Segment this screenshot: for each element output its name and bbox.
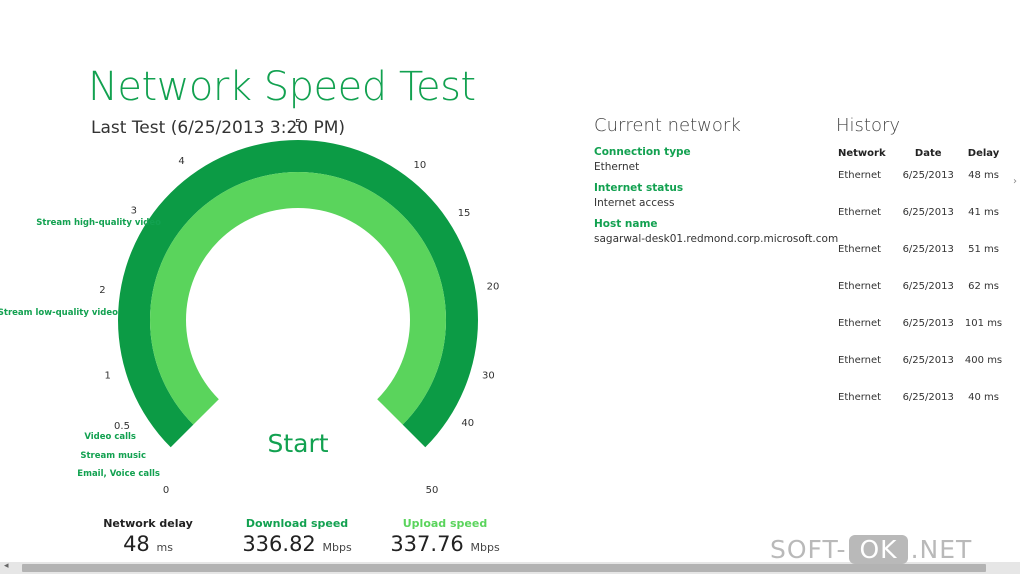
- gauge-usage-label: Stream music: [80, 451, 146, 461]
- gauge-tick-label: 50: [426, 485, 439, 496]
- metric-unit: ms: [156, 541, 173, 554]
- gauge-tick-label: 30: [482, 371, 495, 382]
- gauge-tick-label: 20: [487, 282, 500, 293]
- history-cell-network: Ethernet: [838, 244, 882, 255]
- gauge-tick-label: 4: [178, 156, 184, 167]
- start-button[interactable]: Start: [267, 429, 328, 458]
- history-cell-delay: 101 ms: [964, 318, 1003, 329]
- upload-speed-metric: Upload speed 337.76 Mbps: [380, 517, 510, 556]
- gauge-tick-label: 5: [295, 118, 301, 129]
- network-delay-metric: Network delay 48 ms: [88, 517, 208, 556]
- history-row[interactable]: Ethernet 6/25/2013 400 ms: [836, 355, 1006, 392]
- metric-unit: Mbps: [322, 541, 352, 554]
- gauge-usage-label: Email, Voice calls: [77, 469, 160, 479]
- history-cell-delay: 41 ms: [968, 207, 999, 218]
- speed-gauge: 0 0.5 1 2 3 4 5 10 15 20 30 40 50 Stream high-qualit…: [0, 118, 500, 496]
- metric-value: 337.76: [390, 532, 464, 556]
- column-header-date: Date: [914, 147, 942, 159]
- history-cell-delay: 400 ms: [964, 355, 1003, 366]
- history-row[interactable]: Ethernet 6/25/2013 51 ms: [836, 244, 1006, 281]
- current-network-title: Current network: [594, 115, 741, 136]
- connection-type-value: Ethernet: [594, 161, 640, 173]
- history-row[interactable]: Ethernet 6/25/2013 40 ms: [836, 392, 1006, 429]
- history-title: History: [836, 115, 901, 136]
- gauge-usage-label: Stream low-quality video: [0, 308, 118, 318]
- history-cell-date: 6/25/2013: [902, 318, 954, 329]
- gauge-usage-label: Video calls: [84, 432, 136, 442]
- history-panel: History Network Date Delay Ethernet 6/25/…: [836, 115, 1012, 429]
- gauge-tick-label: 3: [131, 205, 137, 216]
- metric-unit: Mbps: [470, 541, 500, 554]
- history-cell-network: Ethernet: [838, 318, 882, 329]
- current-network-panel: Current network Connection type Ethernet…: [594, 115, 839, 245]
- host-name-value: sagarwal-desk01.redmond.corp.microsoft.c…: [594, 233, 839, 245]
- metric-value-line: 337.76 Mbps: [380, 532, 510, 556]
- history-table: Network Date Delay Ethernet 6/25/2013 48 m…: [836, 146, 1006, 429]
- gauge-tick-label: 0: [163, 485, 169, 496]
- metric-value-line: 336.82 Mbps: [232, 532, 362, 556]
- metric-value-line: 48 ms: [88, 532, 208, 556]
- internet-status-value: Internet access: [594, 197, 675, 209]
- gauge-arcs: [118, 140, 478, 448]
- watermark-text-ok: OK: [849, 534, 908, 564]
- scroll-left-arrow-icon[interactable]: ◂: [4, 561, 9, 571]
- history-cell-network: Ethernet: [838, 281, 882, 292]
- gauge-usage-label: Stream high-quality video: [36, 218, 161, 228]
- history-row[interactable]: Ethernet 6/25/2013 41 ms: [836, 207, 1006, 244]
- gauge-tick-label: 1: [104, 371, 110, 382]
- history-row[interactable]: Ethernet 6/25/2013 62 ms: [836, 281, 1006, 318]
- history-cell-delay: 51 ms: [968, 244, 999, 255]
- history-cell-delay: 48 ms: [968, 170, 999, 181]
- connection-type-label: Connection type: [594, 146, 691, 158]
- history-cell-date: 6/25/2013: [902, 355, 954, 366]
- history-cell-network: Ethernet: [838, 207, 882, 218]
- internet-status-label: Internet status: [594, 182, 684, 194]
- column-header-network: Network: [838, 147, 886, 159]
- history-cell-network: Ethernet: [838, 170, 882, 181]
- gauge-tick-label: 10: [414, 160, 427, 171]
- history-cell-date: 6/25/2013: [902, 207, 954, 218]
- metric-value: 48: [123, 532, 150, 556]
- scroll-right-icon[interactable]: ›: [1013, 176, 1017, 187]
- watermark-text-pre: SOFT-: [770, 534, 847, 564]
- metric-label: Download speed: [245, 517, 349, 530]
- history-cell-delay: 62 ms: [968, 281, 999, 292]
- column-header-delay: Delay: [967, 147, 1000, 159]
- history-cell-delay: 40 ms: [968, 392, 999, 403]
- host-name-label: Host name: [594, 218, 658, 230]
- metric-label: Network delay: [103, 517, 193, 530]
- metric-value: 336.82: [242, 532, 316, 556]
- gauge-tick-label: 40: [461, 418, 474, 429]
- history-row[interactable]: Ethernet 6/25/2013 101 ms: [836, 318, 1006, 355]
- gauge-tick-label: 2: [99, 285, 105, 296]
- history-cell-date: 6/25/2013: [902, 170, 954, 181]
- history-cell-date: 6/25/2013: [902, 392, 954, 403]
- gauge-tick-label: 0.5: [114, 421, 130, 432]
- gauge-tick-label: 15: [458, 208, 471, 219]
- metric-label: Upload speed: [402, 517, 488, 530]
- download-speed-metric: Download speed 336.82 Mbps: [232, 517, 362, 556]
- history-row[interactable]: Ethernet 6/25/2013 48 ms: [836, 170, 1006, 207]
- history-cell-date: 6/25/2013: [902, 244, 954, 255]
- history-cell-network: Ethernet: [838, 355, 882, 366]
- history-cell-date: 6/25/2013: [902, 281, 954, 292]
- history-header-row: Network Date Delay: [836, 146, 1006, 170]
- watermark-logo: SOFT- OK .NET: [770, 532, 972, 566]
- history-cell-network: Ethernet: [838, 392, 882, 403]
- watermark-text-post: .NET: [910, 534, 973, 564]
